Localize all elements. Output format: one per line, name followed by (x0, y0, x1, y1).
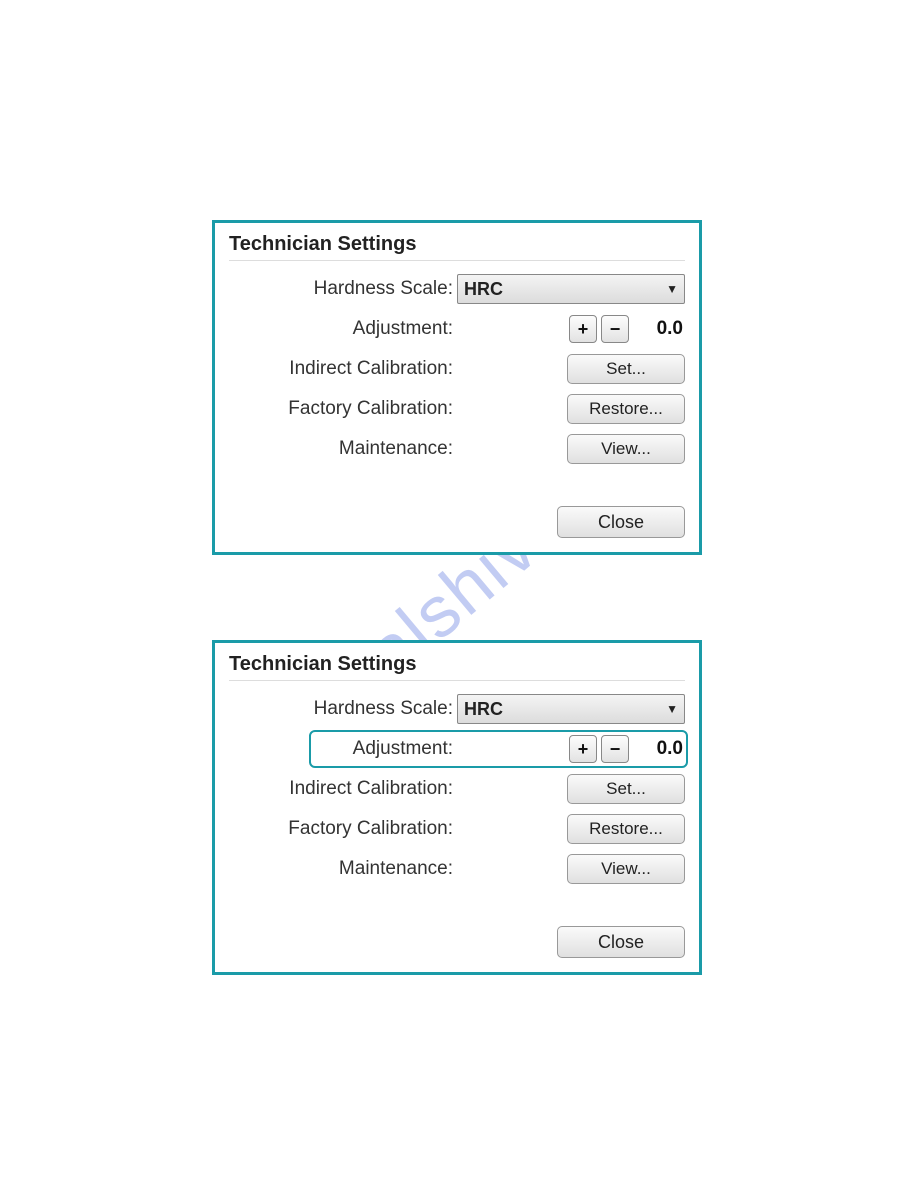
factory-calibration-label: Factory Calibration: (229, 818, 457, 840)
adjustment-minus-button[interactable]: − (601, 315, 629, 343)
adjustment-minus-button[interactable]: − (601, 735, 629, 763)
adjustment-value: 0.0 (633, 738, 685, 760)
hardness-scale-value: HRC (464, 699, 503, 720)
maintenance-view-button[interactable]: View... (567, 854, 685, 884)
maintenance-view-button[interactable]: View... (567, 434, 685, 464)
factory-calibration-restore-button[interactable]: Restore... (567, 814, 685, 844)
factory-calibration-restore-button[interactable]: Restore... (567, 394, 685, 424)
indirect-calibration-set-button[interactable]: Set... (567, 774, 685, 804)
close-button[interactable]: Close (557, 506, 685, 538)
close-button[interactable]: Close (557, 926, 685, 958)
adjustment-label: Adjustment: (229, 738, 457, 760)
chevron-down-icon: ▼ (666, 282, 678, 296)
indirect-calibration-set-button[interactable]: Set... (567, 354, 685, 384)
technician-settings-panel-1: Technician Settings Hardness Scale: HRC … (212, 220, 702, 555)
indirect-calibration-label: Indirect Calibration: (229, 778, 457, 800)
factory-calibration-row: Factory Calibration: Restore... (229, 389, 685, 429)
maintenance-row: Maintenance: View... (229, 429, 685, 469)
adjustment-plus-button[interactable]: + (569, 735, 597, 763)
hardness-scale-label: Hardness Scale: (229, 698, 457, 720)
hardness-scale-value: HRC (464, 279, 503, 300)
adjustment-plus-button[interactable]: + (569, 315, 597, 343)
hardness-scale-dropdown[interactable]: HRC ▼ (457, 694, 685, 724)
indirect-calibration-row: Indirect Calibration: Set... (229, 769, 685, 809)
hardness-scale-label: Hardness Scale: (229, 278, 457, 300)
hardness-scale-row: Hardness Scale: HRC ▼ (229, 689, 685, 729)
maintenance-label: Maintenance: (229, 858, 457, 880)
adjustment-value: 0.0 (633, 318, 685, 340)
adjustment-row: Adjustment: + − 0.0 (229, 729, 685, 769)
panel-title: Technician Settings (229, 653, 685, 681)
hardness-scale-row: Hardness Scale: HRC ▼ (229, 269, 685, 309)
maintenance-label: Maintenance: (229, 438, 457, 460)
factory-calibration-label: Factory Calibration: (229, 398, 457, 420)
technician-settings-panel-2: Technician Settings Hardness Scale: HRC … (212, 640, 702, 975)
hardness-scale-dropdown[interactable]: HRC ▼ (457, 274, 685, 304)
indirect-calibration-row: Indirect Calibration: Set... (229, 349, 685, 389)
maintenance-row: Maintenance: View... (229, 849, 685, 889)
chevron-down-icon: ▼ (666, 702, 678, 716)
adjustment-row: Adjustment: + − 0.0 (229, 309, 685, 349)
panel-title: Technician Settings (229, 233, 685, 261)
adjustment-label: Adjustment: (229, 318, 457, 340)
indirect-calibration-label: Indirect Calibration: (229, 358, 457, 380)
factory-calibration-row: Factory Calibration: Restore... (229, 809, 685, 849)
